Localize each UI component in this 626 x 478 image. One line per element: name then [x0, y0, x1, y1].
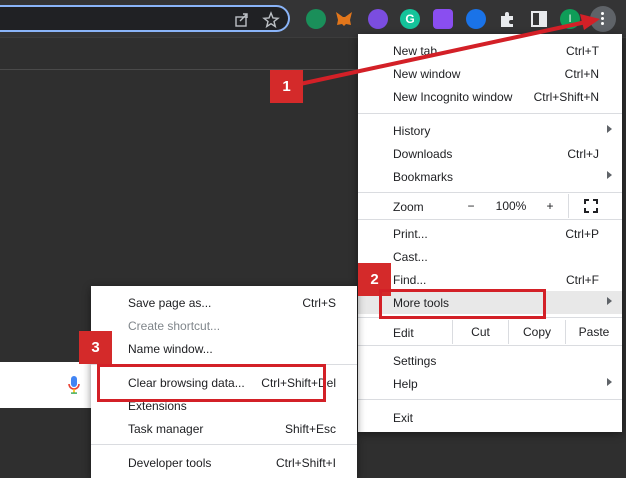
annotation-step-3: 3 [79, 331, 112, 364]
annotation-arrow [299, 14, 600, 86]
highlight-more-tools [379, 289, 546, 319]
highlight-clear-browsing-data [97, 364, 326, 402]
annotation-step-1: 1 [270, 70, 303, 103]
